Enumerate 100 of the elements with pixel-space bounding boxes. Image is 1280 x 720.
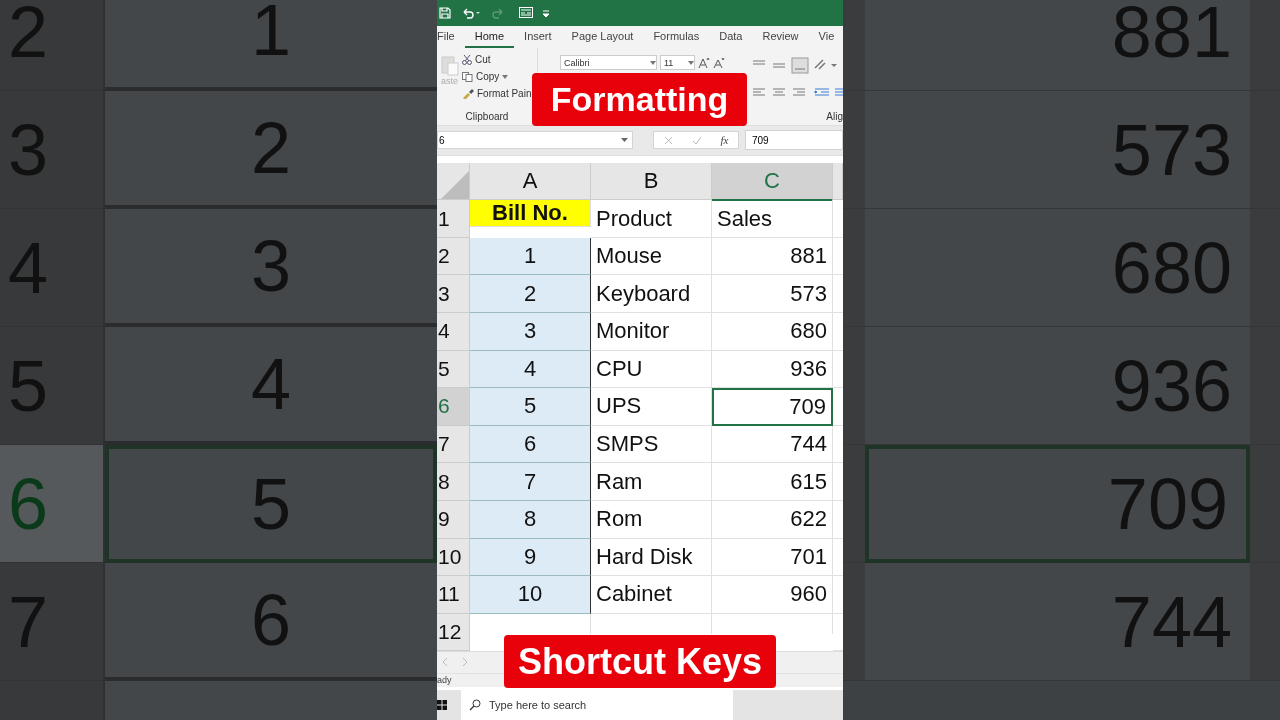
table-cell[interactable]: Rom <box>591 500 712 539</box>
row-number: 6 <box>0 445 105 563</box>
table-cell[interactable]: Keyboard <box>591 275 712 313</box>
insert-function-button[interactable]: fx <box>720 134 729 147</box>
table-cell[interactable]: 960 <box>712 576 833 614</box>
form-icon[interactable] <box>519 7 533 19</box>
table-cell[interactable]: 6 <box>470 425 591 464</box>
table-cell[interactable]: 744 <box>712 425 833 464</box>
next-sheet-icon[interactable] <box>462 658 467 667</box>
caret-icon[interactable] <box>688 60 694 65</box>
ribbon-tab[interactable]: Formulas <box>643 30 710 49</box>
table-cell[interactable]: SMPS <box>591 425 712 464</box>
group-label: Clipboard <box>464 111 510 125</box>
row-header[interactable]: 3 <box>437 275 470 313</box>
table-cell[interactable]: 936 <box>712 350 833 389</box>
column-header[interactable]: C <box>712 162 833 201</box>
table-cell: 3 <box>105 209 437 327</box>
font-size-field[interactable]: 11 <box>660 55 695 71</box>
search-field[interactable]: Type here to search <box>461 690 733 720</box>
scissors-icon[interactable] <box>462 54 472 65</box>
table-cell[interactable]: 881 <box>712 237 833 276</box>
table-cell[interactable]: 622 <box>712 500 833 539</box>
row-header[interactable]: 10 <box>437 538 470 577</box>
clipboard-icon[interactable] <box>440 54 459 77</box>
row-header[interactable]: 9 <box>437 500 470 539</box>
font-name-field[interactable]: Calibri <box>560 55 657 71</box>
table-cell[interactable]: 573 <box>712 275 833 313</box>
row-header[interactable]: 8 <box>437 463 470 501</box>
group-label: Alig <box>826 111 843 123</box>
table-cell[interactable]: 701 <box>712 538 833 577</box>
caret-icon[interactable] <box>621 138 628 143</box>
table-cell: 2 <box>105 91 437 209</box>
table-cell: 936 <box>865 327 1250 445</box>
row-header[interactable]: 2 <box>437 237 470 276</box>
paintbrush-icon[interactable] <box>462 88 474 99</box>
copy-icon[interactable] <box>462 71 473 82</box>
table-cell[interactable]: UPS <box>591 388 712 426</box>
table-cell[interactable]: Ram <box>591 463 712 501</box>
table-cell: 5 <box>105 445 437 563</box>
table-cell[interactable]: 3 <box>470 313 591 351</box>
table-cell: 4 <box>105 327 437 445</box>
shrink-font-icon[interactable] <box>713 56 725 69</box>
table-cell: 6 <box>105 563 437 681</box>
copy-button[interactable]: Copy <box>476 71 500 83</box>
table-cell[interactable]: Monitor <box>591 313 712 351</box>
table-cell[interactable]: 4 <box>470 350 591 389</box>
grow-font-icon[interactable] <box>698 56 710 69</box>
search-icon <box>469 699 481 711</box>
table-cell[interactable]: CPU <box>591 350 712 389</box>
row-header[interactable]: 5 <box>437 350 470 389</box>
table-cell[interactable]: Mouse <box>591 237 712 276</box>
table-cell[interactable]: Cabinet <box>591 576 712 614</box>
row-header[interactable]: 1 <box>437 200 470 238</box>
save-icon[interactable] <box>439 7 451 19</box>
caret-icon[interactable] <box>502 74 509 79</box>
column-header[interactable]: A <box>470 162 591 200</box>
ribbon-tab[interactable]: Review <box>752 30 809 49</box>
caption-banner: Shortcut Keys <box>504 635 776 688</box>
table-cell[interactable]: Hard Disk <box>591 538 712 577</box>
row-header[interactable]: 7 <box>437 425 470 464</box>
format-painter-button[interactable]: Format Pain <box>477 88 532 100</box>
ribbon-tab[interactable]: File <box>437 30 465 49</box>
table-cell[interactable]: Bill No. <box>470 200 591 228</box>
table-cell[interactable]: 615 <box>712 463 833 501</box>
column-header[interactable] <box>833 162 843 200</box>
ribbon-tab[interactable]: Data <box>709 30 753 49</box>
table-cell[interactable]: 8 <box>470 500 591 539</box>
name-box[interactable]: 6 <box>437 131 633 150</box>
table-cell[interactable]: Sales <box>712 200 833 238</box>
previous-sheet-icon[interactable] <box>443 658 448 667</box>
table-cell[interactable]: 1 <box>470 237 591 276</box>
check-icon[interactable] <box>691 135 702 145</box>
cut-button[interactable]: Cut <box>475 54 491 66</box>
table-cell: 680 <box>865 209 1250 327</box>
row-header[interactable]: 12 <box>437 613 470 652</box>
table-cell: 744 <box>865 563 1250 681</box>
column-header[interactable]: B <box>591 162 712 200</box>
windows-icon[interactable] <box>437 700 447 710</box>
customize-icon[interactable] <box>543 9 549 17</box>
row-header[interactable]: 11 <box>437 576 470 614</box>
table-cell: 1 <box>105 0 437 91</box>
ribbon-tab[interactable]: Insert <box>514 30 562 49</box>
row-header[interactable]: 6 <box>437 388 470 426</box>
ribbon-tab[interactable]: Page Layout <box>561 30 644 49</box>
table-cell[interactable]: 680 <box>712 313 833 351</box>
undo-icon[interactable] <box>461 7 481 19</box>
formula-field[interactable]: 709 <box>745 130 843 151</box>
row-header[interactable]: 4 <box>437 313 470 351</box>
status-text: ady <box>437 675 452 686</box>
table-cell: 709 <box>865 445 1250 563</box>
table-cell[interactable]: Product <box>591 200 712 238</box>
table-cell[interactable]: 2 <box>470 275 591 313</box>
caret-icon[interactable] <box>650 60 656 65</box>
table-cell[interactable]: 10 <box>470 576 591 614</box>
table-cell[interactable]: 5 <box>470 388 591 426</box>
table-cell[interactable]: 709 <box>712 388 833 426</box>
table-cell[interactable]: 9 <box>470 538 591 577</box>
ribbon-tab[interactable]: Vie <box>808 30 843 49</box>
cancel-icon[interactable] <box>663 135 673 145</box>
table-cell[interactable]: 7 <box>470 463 591 501</box>
